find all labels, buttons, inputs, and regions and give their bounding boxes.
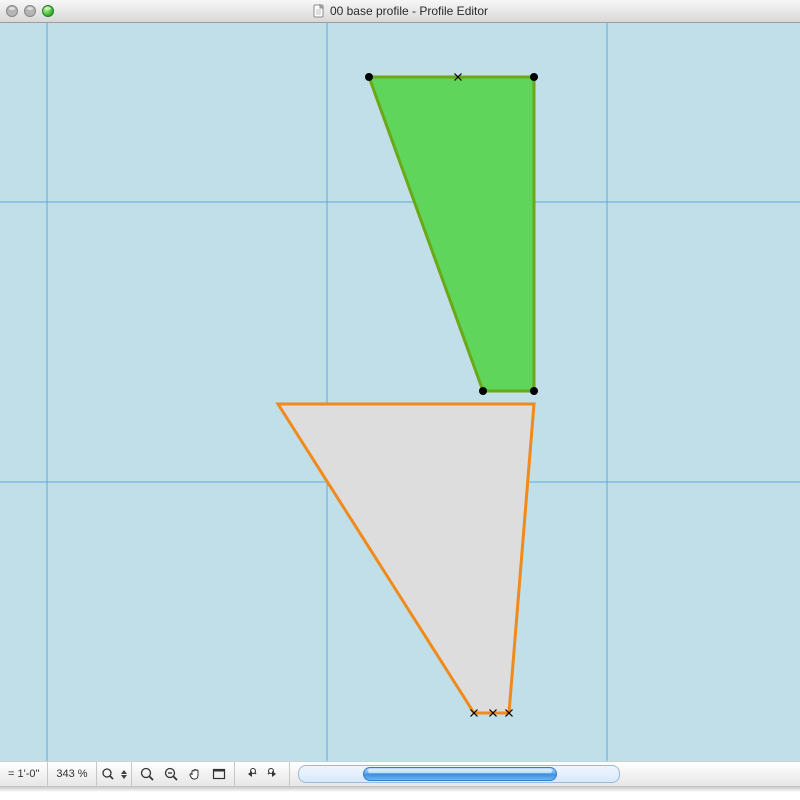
zoom-window-button[interactable]: [42, 5, 54, 17]
zoom-out-icon: [163, 766, 179, 782]
scrollbar-thumb[interactable]: [363, 767, 557, 781]
scale-label: = 1'-0": [8, 762, 39, 786]
zoom-readout[interactable]: 343 %: [48, 762, 96, 786]
magnify-stepper-icon: [101, 767, 115, 781]
window-title: 00 base profile - Profile Editor: [0, 0, 800, 22]
zoom-previous-button[interactable]: [239, 765, 261, 783]
close-window-button[interactable]: [6, 5, 18, 17]
zoom-prev-icon: [242, 766, 258, 782]
status-bar: = 1'-0" 343 %: [0, 761, 800, 786]
fit-window-button[interactable]: [208, 765, 230, 783]
window-titlebar: 00 base profile - Profile Editor: [0, 0, 800, 23]
zoom-out-button[interactable]: [160, 765, 182, 783]
zoom-next-button[interactable]: [263, 765, 285, 783]
zoom-in-button[interactable]: [136, 765, 158, 783]
zoom-stepper-caret: [121, 770, 127, 779]
window-shadow: [0, 786, 800, 800]
window-title-text: 00 base profile - Profile Editor: [330, 4, 488, 18]
zoom-next-icon: [266, 766, 282, 782]
pan-hand-icon: [187, 766, 203, 782]
magnify-icon: [139, 766, 155, 782]
scale-readout[interactable]: = 1'-0": [0, 762, 48, 786]
document-proxy-icon[interactable]: [312, 3, 326, 17]
fit-window-icon: [211, 766, 227, 782]
horizontal-scrollbar[interactable]: [298, 765, 620, 783]
zoom-percent-label: 343 %: [56, 762, 87, 786]
window-controls: [6, 5, 54, 17]
minimize-window-button[interactable]: [24, 5, 36, 17]
pan-button[interactable]: [184, 765, 206, 783]
zoom-stepper[interactable]: [97, 762, 132, 786]
profile-canvas[interactable]: [0, 23, 800, 761]
